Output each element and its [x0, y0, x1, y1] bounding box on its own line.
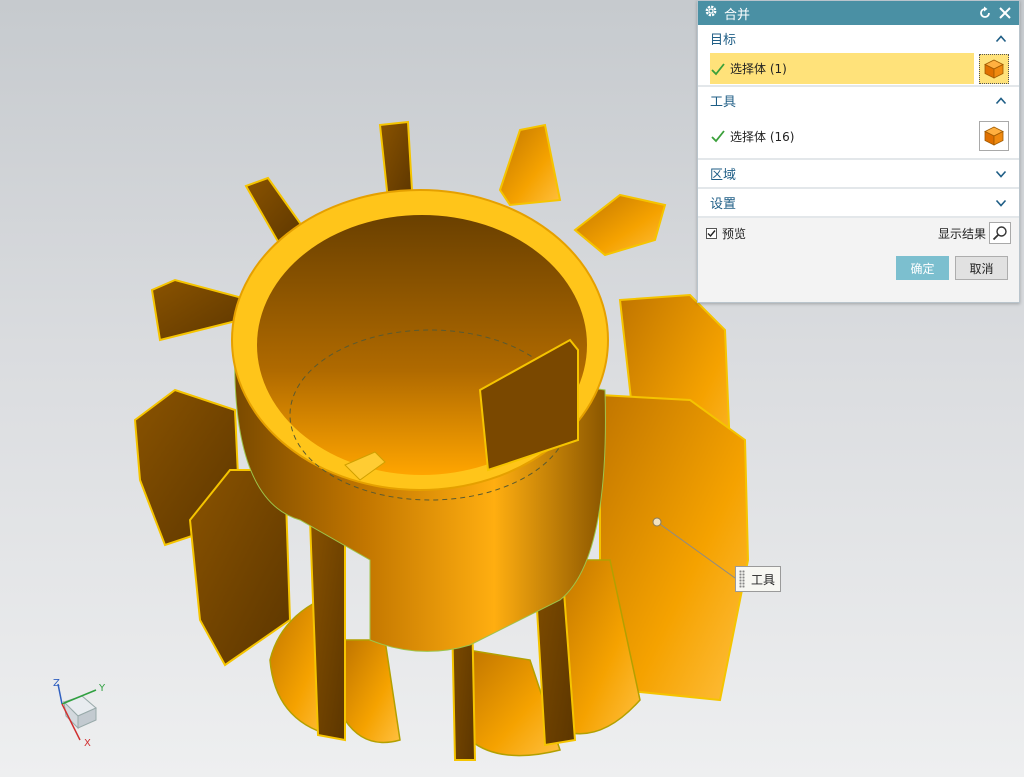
tool-heading: 工具: [710, 95, 737, 110]
target-select-label: 选择体 (1): [730, 62, 787, 76]
tool-select-body-button[interactable]: [979, 121, 1009, 151]
checkmark-icon: [711, 130, 725, 143]
target-section-header[interactable]: 目标: [698, 25, 1019, 52]
tool-select-body-row[interactable]: 选择体 (16): [698, 114, 1019, 158]
settings-section-header[interactable]: 设置: [698, 189, 1019, 216]
orientation-triad: Z Y X: [53, 678, 106, 749]
show-result-button[interactable]: [989, 222, 1011, 244]
tool-tag: 工具: [735, 566, 781, 592]
triad-z-label: Z: [53, 678, 60, 689]
close-icon[interactable]: [997, 5, 1013, 21]
target-select-body-row[interactable]: 选择体 (1): [698, 52, 1019, 85]
checkmark-icon: [707, 229, 716, 237]
triad-x-label: X: [84, 738, 91, 749]
region-heading: 区域: [710, 168, 737, 183]
ok-button[interactable]: 确定: [896, 256, 949, 280]
preview-row: 预览 显示结果: [698, 218, 1019, 248]
chevron-down-icon[interactable]: [995, 197, 1007, 209]
preview-checkbox[interactable]: [706, 227, 717, 239]
chevron-down-icon[interactable]: [995, 168, 1007, 180]
gear-icon[interactable]: [704, 4, 718, 22]
tool-section-header[interactable]: 工具: [698, 87, 1019, 114]
tool-select-label: 选择体 (16): [730, 129, 795, 144]
triad-y-label: Y: [98, 683, 106, 694]
reset-icon[interactable]: [977, 5, 993, 21]
target-section: 目标 选择体 (1): [698, 25, 1019, 87]
target-heading: 目标: [710, 33, 737, 48]
region-section: 区域: [698, 160, 1019, 189]
preview-label: 预览: [722, 226, 747, 241]
dialog-buttons: 确定 取消: [698, 248, 1019, 280]
unite-dialog: 合并 目标 选择体 (1) 工具 选择体 (16) 区域 设置 预览 显示结果 …: [697, 0, 1020, 303]
cancel-button[interactable]: 取消: [955, 256, 1008, 280]
show-result-label: 显示结果: [937, 226, 986, 241]
dialog-title: 合并: [724, 7, 751, 23]
tool-section: 工具 选择体 (16): [698, 87, 1019, 160]
solid-body-icon: [984, 59, 1004, 79]
region-section-header[interactable]: 区域: [698, 160, 1019, 187]
dialog-titlebar[interactable]: 合并: [698, 1, 1019, 25]
magnifier-icon: [992, 226, 1007, 241]
settings-heading: 设置: [710, 197, 737, 212]
chevron-up-icon[interactable]: [995, 95, 1007, 107]
settings-section: 设置: [698, 189, 1019, 218]
tool-tag-label: 工具: [751, 572, 776, 587]
grip-handle: [739, 570, 745, 588]
target-select-body-button[interactable]: [979, 53, 1009, 84]
solid-body-icon: [984, 126, 1004, 146]
checkmark-icon: [711, 62, 725, 75]
chevron-up-icon[interactable]: [995, 33, 1007, 45]
